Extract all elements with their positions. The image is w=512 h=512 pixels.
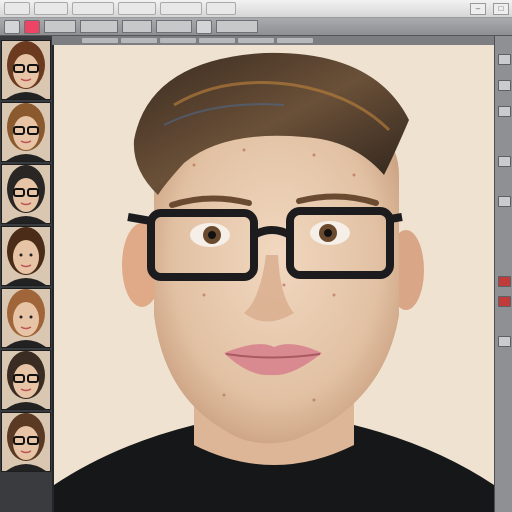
document-tab-strip <box>52 36 500 45</box>
thumbnail-filmstrip <box>0 36 54 512</box>
image-canvas[interactable] <box>54 45 494 512</box>
panel-icon-7[interactable] <box>498 296 511 307</box>
thumbnail-2[interactable] <box>1 102 51 162</box>
panel-icon-8[interactable] <box>498 336 511 347</box>
panel-icon-3[interactable] <box>498 106 511 117</box>
menu-item-4[interactable] <box>118 2 156 15</box>
menu-item-5[interactable] <box>160 2 202 15</box>
document-tab-2[interactable] <box>121 38 157 43</box>
document-tab-4[interactable] <box>199 38 235 43</box>
thumbnail-portrait <box>2 165 50 223</box>
option-field-1[interactable] <box>44 20 76 33</box>
document-tab-3[interactable] <box>160 38 196 43</box>
home-tool-icon[interactable] <box>4 19 20 34</box>
thumbnail-portrait <box>2 413 50 471</box>
thumbnail-portrait <box>2 41 50 99</box>
thumbnail-portrait <box>2 289 50 347</box>
option-field-5[interactable] <box>216 20 258 33</box>
option-field-2[interactable] <box>80 20 118 33</box>
option-field-3[interactable] <box>122 20 152 33</box>
maximize-button[interactable]: □ <box>493 2 509 15</box>
menu-bar: – □ <box>0 0 512 18</box>
thumbnail-7[interactable] <box>1 412 51 472</box>
photo-editor-window: – □ <box>0 0 512 512</box>
option-field-4[interactable] <box>156 20 192 33</box>
minimize-button[interactable]: – <box>470 2 486 15</box>
panel-icon-4[interactable] <box>498 156 511 167</box>
menu-item-2[interactable] <box>34 2 68 15</box>
portrait-image <box>54 52 494 512</box>
thumbnail-4[interactable] <box>1 226 51 286</box>
document-tab-5[interactable] <box>238 38 274 43</box>
thumbnail-portrait <box>2 351 50 409</box>
document-tab-1[interactable] <box>82 38 118 43</box>
thumbnail-6[interactable] <box>1 350 51 410</box>
menu-item-3[interactable] <box>72 2 114 15</box>
settings-icon[interactable] <box>196 19 212 34</box>
panel-icon-2[interactable] <box>498 80 511 91</box>
thumbnail-3[interactable] <box>1 164 51 224</box>
panel-icon-1[interactable] <box>498 54 511 65</box>
right-tools-panel <box>494 36 512 512</box>
menu-item-1[interactable] <box>4 2 30 15</box>
panel-icon-5[interactable] <box>498 196 511 207</box>
thumbnail-portrait <box>2 227 50 285</box>
tool-options-bar <box>0 18 512 36</box>
thumbnail-portrait <box>2 103 50 161</box>
document-tab-6[interactable] <box>277 38 313 43</box>
brush-tool-icon[interactable] <box>24 19 40 34</box>
thumbnail-1[interactable] <box>1 40 51 100</box>
panel-icon-6[interactable] <box>498 276 511 287</box>
menu-item-6[interactable] <box>206 2 236 15</box>
thumbnail-5[interactable] <box>1 288 51 348</box>
